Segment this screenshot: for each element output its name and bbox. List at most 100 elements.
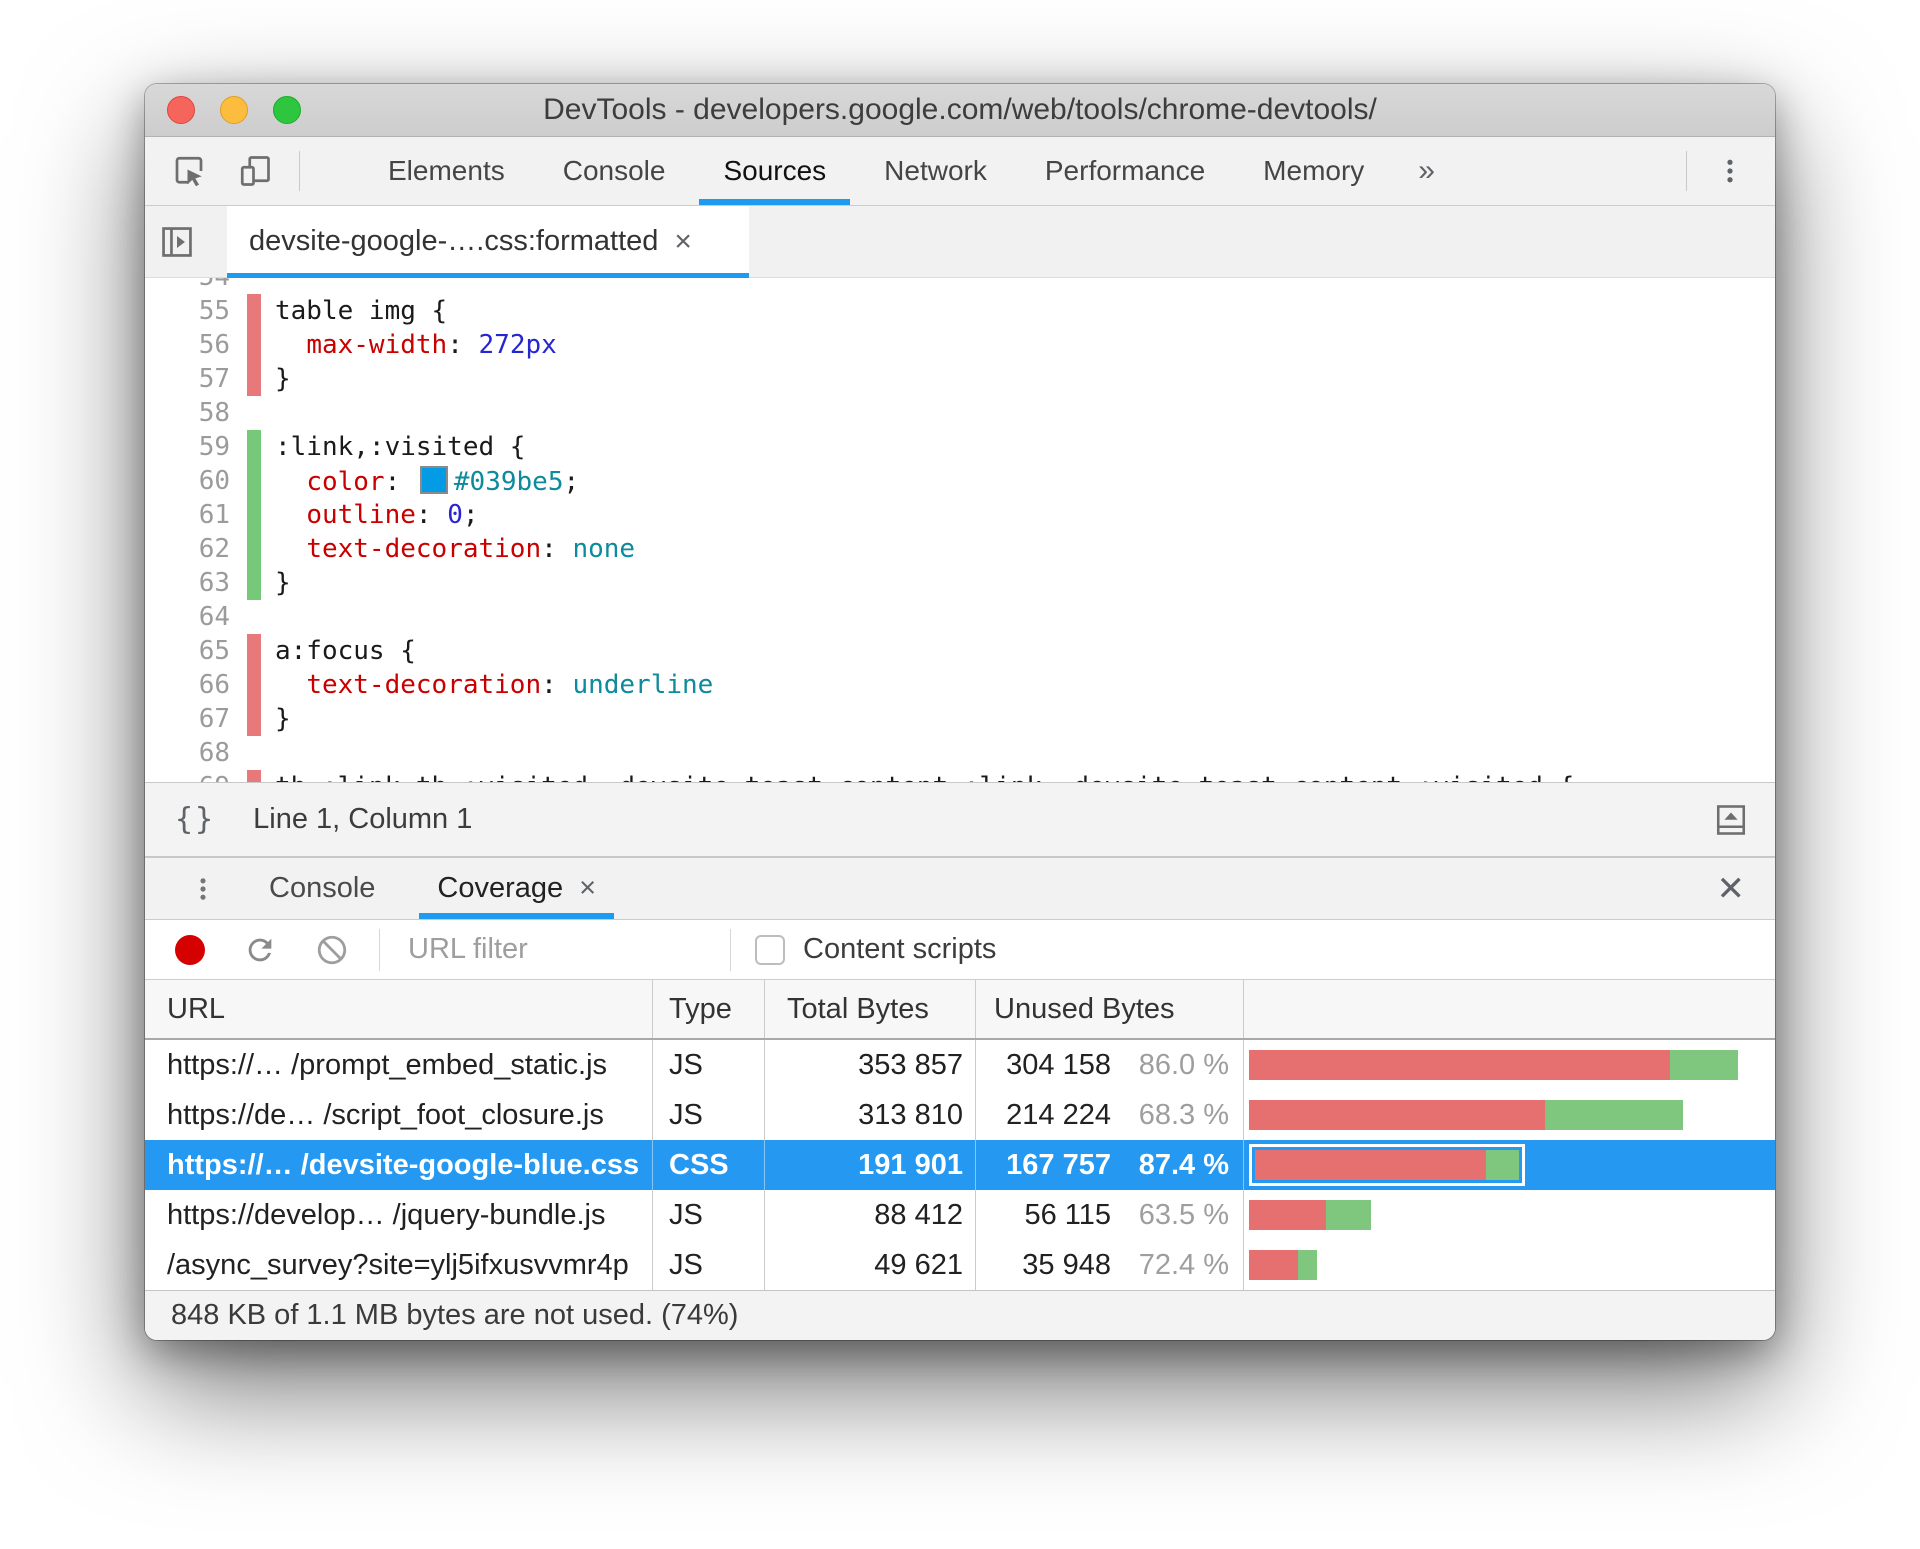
main-tab-memory[interactable]: Memory xyxy=(1263,137,1364,205)
main-menu-icon[interactable] xyxy=(1715,137,1745,205)
coverage-row[interactable]: https://… /prompt_embed_static.js JS 353… xyxy=(145,1040,1775,1090)
editor-line: 58 xyxy=(145,396,1775,430)
line-number: 65 xyxy=(198,636,230,666)
coverage-gutter-bar xyxy=(247,294,261,328)
coverage-gutter-bar xyxy=(247,362,261,396)
editor-line: 55 table img { xyxy=(145,294,1775,328)
main-tabs: Elements Console Sources Network Performance… xyxy=(388,137,1364,205)
device-toolbar-icon[interactable] xyxy=(237,137,273,205)
main-tab-performance[interactable]: Performance xyxy=(1045,137,1205,205)
column-header-url[interactable]: URL xyxy=(145,980,653,1038)
main-tab-console[interactable]: Console xyxy=(563,137,666,205)
content-scripts-checkbox[interactable] xyxy=(755,934,785,965)
row-usage-bar xyxy=(1244,1240,1775,1290)
coverage-toolbar: Content scripts xyxy=(145,920,1775,980)
line-number: 59 xyxy=(198,432,230,462)
row-type: JS xyxy=(653,1090,765,1140)
editor-line: 69 th :link,th :visited,.devsite-toast-c… xyxy=(145,770,1775,782)
source-file-tab[interactable]: devsite-google-….css:formatted × xyxy=(227,206,749,278)
column-header-total-bytes[interactable]: Total Bytes xyxy=(765,980,976,1038)
row-url: https://de… /script_foot_closure.js xyxy=(145,1090,653,1140)
main-tab-elements[interactable]: Elements xyxy=(388,137,505,205)
editor-line: 56 max-width: 272px xyxy=(145,328,1775,362)
coverage-summary-text: 848 KB of 1.1 MB bytes are not used. (74… xyxy=(171,1299,739,1331)
line-number: 55 xyxy=(198,296,230,326)
coverage-gutter-bar xyxy=(247,532,261,566)
line-number: 54 xyxy=(145,278,230,292)
coverage-gutter-bar xyxy=(247,634,261,668)
coverage-row[interactable]: /async_survey?site=ylj5ifxusvvmr4p JS 49… xyxy=(145,1240,1775,1290)
clear-icon[interactable] xyxy=(315,933,349,967)
code-text: } xyxy=(275,568,291,598)
column-header-unused-bytes[interactable]: Unused Bytes xyxy=(976,980,1244,1038)
show-navigator-icon[interactable] xyxy=(155,206,199,277)
drawer-tab-coverage[interactable]: Coverage × xyxy=(419,858,614,919)
row-total-bytes: 313 810 xyxy=(765,1090,976,1140)
code-editor[interactable]: 54 55 table img { 56 max-width: 272px 57… xyxy=(145,278,1775,782)
close-window-button[interactable] xyxy=(167,96,195,124)
code-text: } xyxy=(275,704,291,734)
more-tabs-chevron-icon[interactable]: » xyxy=(1418,137,1435,205)
minimize-window-button[interactable] xyxy=(220,96,248,124)
devtools-window: DevTools - developers.google.com/web/too… xyxy=(145,84,1775,1340)
main-tab-sources[interactable]: Sources xyxy=(699,137,850,205)
title-bar: DevTools - developers.google.com/web/too… xyxy=(145,84,1775,137)
close-file-tab-icon[interactable]: × xyxy=(674,225,692,259)
record-button[interactable] xyxy=(175,934,205,965)
code-text: max-width: 272px xyxy=(306,330,557,360)
coverage-row[interactable]: https://develop… /jquery-bundle.js JS 88… xyxy=(145,1190,1775,1240)
coverage-gutter-bar xyxy=(247,566,261,600)
pretty-print-icon[interactable]: {} xyxy=(175,802,215,837)
editor-line: 64 xyxy=(145,600,1775,634)
file-tab-bar: devsite-google-….css:formatted × xyxy=(145,206,1775,278)
editor-line: 57 } xyxy=(145,362,1775,396)
column-header-type[interactable]: Type xyxy=(653,980,765,1038)
zoom-window-button[interactable] xyxy=(273,96,301,124)
editor-line: 59 :link,:visited { xyxy=(145,430,1775,464)
row-unused-bytes: 35 948 72.4 % xyxy=(976,1240,1244,1290)
row-total-bytes: 191 901 xyxy=(765,1140,976,1190)
source-file-tab-label: devsite-google-….css:formatted xyxy=(249,225,659,257)
coverage-row[interactable]: https://de… /script_foot_closure.js JS 3… xyxy=(145,1090,1775,1140)
row-unused-bytes: 167 757 87.4 % xyxy=(976,1140,1244,1190)
row-total-bytes: 88 412 xyxy=(765,1190,976,1240)
line-number: 60 xyxy=(198,466,230,496)
url-filter-input[interactable] xyxy=(406,932,700,967)
code-text: text-decoration: underline xyxy=(306,670,714,700)
line-number: 57 xyxy=(198,364,230,394)
line-number: 58 xyxy=(198,398,230,428)
coverage-gutter-bar xyxy=(247,702,261,736)
code-text: outline: 0; xyxy=(306,500,479,530)
code-text: :link,:visited { xyxy=(275,432,526,462)
drawer-menu-icon[interactable] xyxy=(189,858,217,919)
row-url: /async_survey?site=ylj5ifxusvvmr4p xyxy=(145,1240,653,1290)
coverage-table-rows: https://… /prompt_embed_static.js JS 353… xyxy=(145,1040,1775,1290)
inspect-element-icon[interactable] xyxy=(171,137,207,205)
close-drawer-icon[interactable]: ✕ xyxy=(1717,858,1746,919)
coverage-row[interactable]: https://… /devsite-google-blue.css CSS 1… xyxy=(145,1140,1775,1190)
editor-line: 67 } xyxy=(145,702,1775,736)
drawer-tab-console[interactable]: Console xyxy=(251,858,393,919)
row-type: CSS xyxy=(653,1140,765,1190)
row-url: https://… /devsite-google-blue.css xyxy=(145,1140,653,1190)
row-type: JS xyxy=(653,1240,765,1290)
traffic-lights xyxy=(167,84,301,136)
reload-icon[interactable] xyxy=(243,933,277,967)
editor-line: 66 text-decoration: underline xyxy=(145,668,1775,702)
expand-drawer-icon[interactable] xyxy=(1711,798,1751,842)
main-tab-network[interactable]: Network xyxy=(884,137,987,205)
coverage-gutter-bar xyxy=(247,328,261,362)
toolbar-divider xyxy=(299,151,300,191)
line-number: 63 xyxy=(198,568,230,598)
row-usage-bar xyxy=(1244,1140,1775,1190)
line-number: 67 xyxy=(198,704,230,734)
toolbar-divider xyxy=(1686,151,1687,191)
row-unused-bytes: 214 224 68.3 % xyxy=(976,1090,1244,1140)
row-type: JS xyxy=(653,1190,765,1240)
line-number: 64 xyxy=(198,602,230,632)
coverage-gutter-bar xyxy=(247,498,261,532)
close-coverage-tab-icon[interactable]: × xyxy=(579,872,596,905)
row-usage-bar xyxy=(1244,1090,1775,1140)
row-url: https://… /prompt_embed_static.js xyxy=(145,1040,653,1090)
editor-line: 65 a:focus { xyxy=(145,634,1775,668)
